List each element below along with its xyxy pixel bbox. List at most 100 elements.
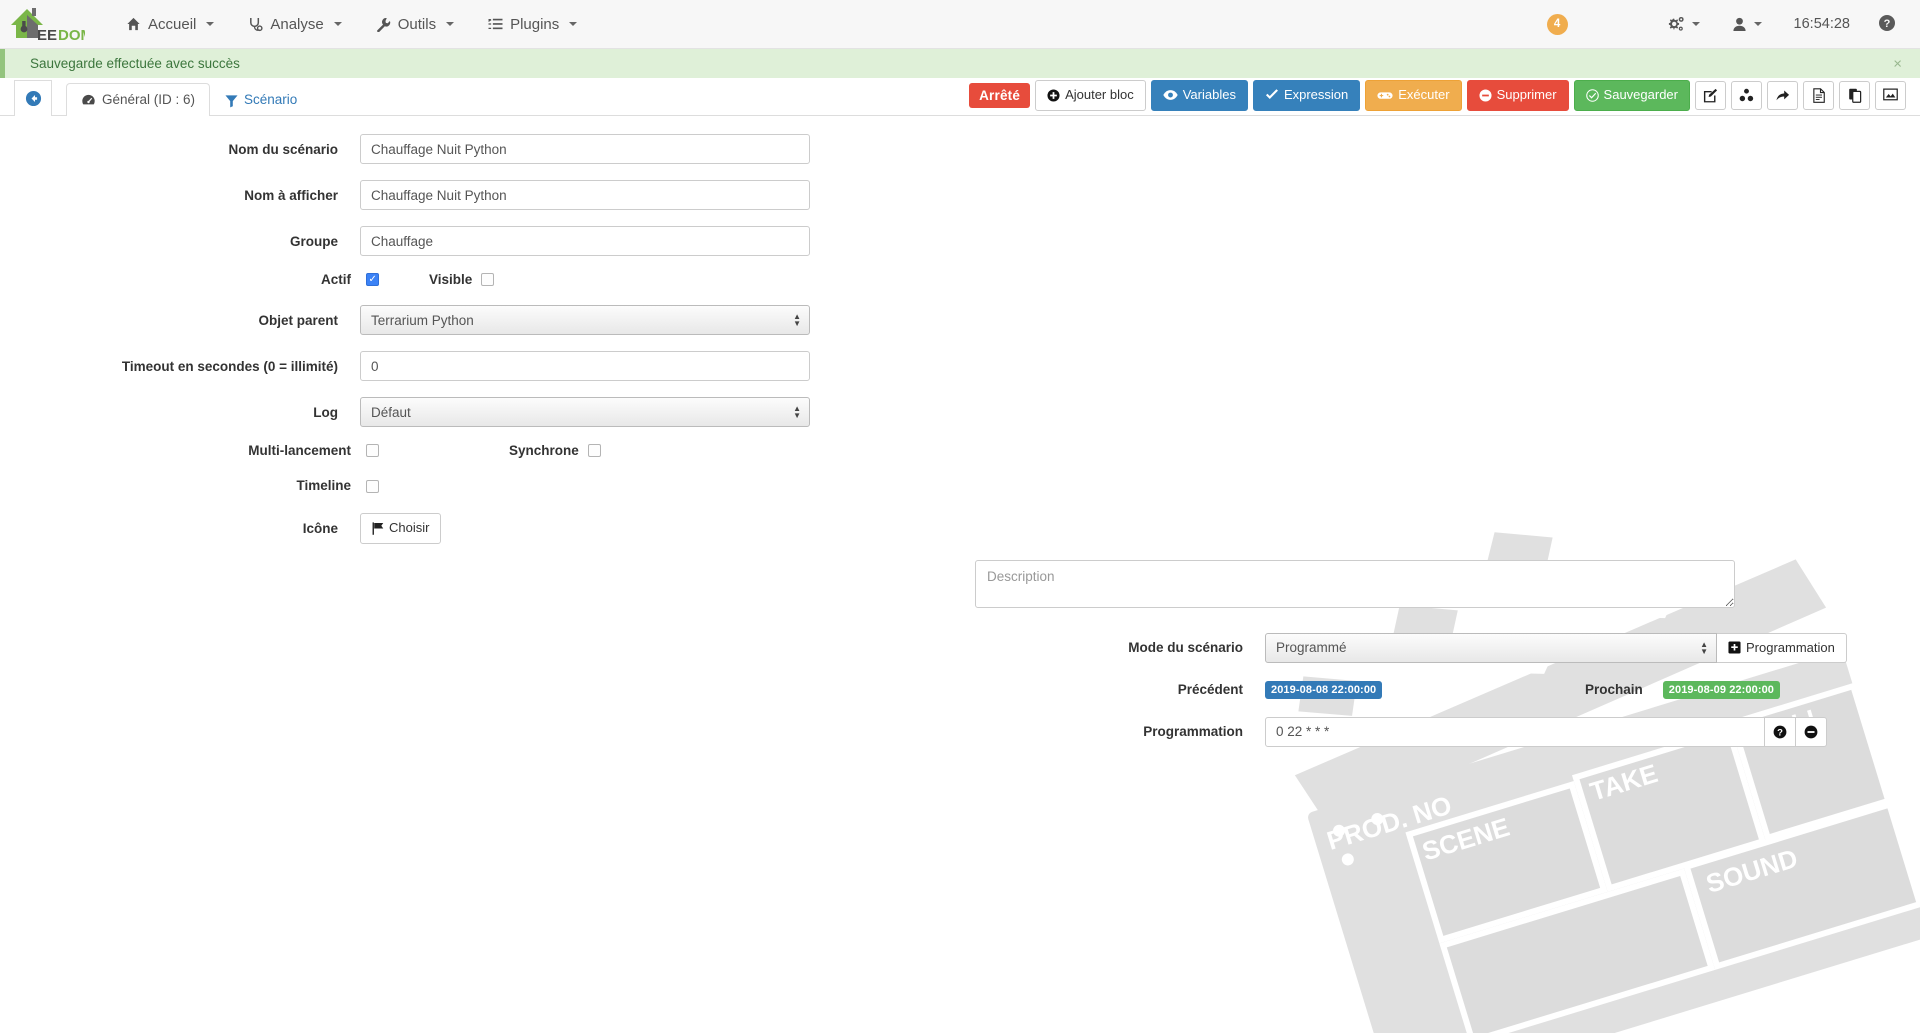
visible-checkbox[interactable] [481,273,495,286]
add-block-button[interactable]: Ajouter bloc [1035,80,1146,111]
clock-display: 16:54:28 [1793,16,1850,32]
label-multi-launch: Multi-lancement [248,443,351,458]
schedule-dates-row: Précédent 2019-08-08 22:00:00 Prochain 2… [975,680,1905,699]
svg-text:?: ? [1884,18,1891,30]
help-button[interactable]: ? [1868,14,1906,35]
variables-label: Variables [1182,87,1236,102]
display-name-input[interactable] [360,180,810,210]
chevron-down-icon [569,22,578,26]
display-button[interactable] [1875,80,1906,110]
nav-item-analyse[interactable]: Analyse [231,0,358,49]
minus-circle-icon [1804,725,1818,739]
nav-item-accueil[interactable]: Accueil [109,0,231,49]
expression-button[interactable]: Expression [1252,80,1361,111]
watermark-label-scene: SCENE [1419,812,1513,867]
user-menu[interactable] [1718,0,1776,49]
svg-text:DOM: DOM [58,27,85,44]
navbar-right: 4 16:54:28 ? [1546,0,1920,49]
chevron-down-icon [1753,22,1762,26]
schedule-remove-button[interactable] [1796,716,1827,747]
nav-item-outils[interactable]: Outils [359,0,471,49]
label-group: Groupe [289,233,338,249]
alert-message: Sauvegarde effectuée avec succès [30,56,240,71]
navbar-menu: Accueil Analyse Outils Plugins [109,0,594,49]
back-button[interactable] [14,80,52,116]
file-icon [1812,88,1825,103]
notification-badge[interactable]: 4 [1546,13,1568,35]
scenario-name-input[interactable] [360,134,810,164]
nav-label-outils: Outils [397,15,437,33]
timeline-checkbox[interactable] [366,480,379,494]
group-input[interactable] [360,226,810,256]
gears-icon [1668,16,1684,31]
execute-label: Exécuter [1398,87,1450,102]
add-block-label: Ajouter bloc [1065,87,1134,102]
field-group: Groupe [0,226,885,256]
label-scenario-name: Nom du scénario [228,141,338,157]
delete-button[interactable]: Supprimer [1466,80,1569,111]
jeedom-logo[interactable]: EE DOM [0,0,85,49]
mode-select[interactable]: Programmé [1265,632,1717,663]
nav-label-accueil: Accueil [148,15,197,33]
description-textarea[interactable] [975,559,1735,608]
home-icon [127,17,140,31]
parent-object-select[interactable]: Terrarium Python [360,305,810,335]
actif-checkbox[interactable] [366,273,379,286]
nav-label-plugins: Plugins [510,15,560,33]
copy-button[interactable] [1839,80,1870,110]
label-actif: Actif [321,272,351,287]
clapperboard-watermark: PROD. NO SCENE TAKE ROLL SOUND [1294,532,1920,1033]
wrench-icon [376,17,390,32]
jeedom-logo-icon: EE DOM [10,8,85,44]
list-icon [488,18,503,30]
edit-button[interactable] [1695,80,1726,110]
timeout-input[interactable] [360,351,810,381]
tab-scenario[interactable]: Scénario [210,83,312,116]
variables-button[interactable]: Variables [1150,80,1248,111]
synchrone-checkbox[interactable] [587,444,601,457]
watermark-label-take: TAKE [1586,758,1661,807]
choose-icon-button[interactable]: Choisir [360,513,442,544]
settings-menu[interactable] [1652,0,1714,49]
label-mode: Mode du scénario [1128,640,1243,656]
execute-button[interactable]: Exécuter [1365,80,1462,111]
schedule-cron-input[interactable] [1265,716,1765,747]
nav-item-plugins[interactable]: Plugins [471,0,594,49]
chevron-down-icon [206,22,215,26]
display-icon [1883,88,1898,101]
programmation-button[interactable]: Programmation [1717,632,1847,663]
forward-button[interactable] [1767,80,1798,110]
general-form-right: Mode du scénario Programmé ▲▼ P [975,559,1905,747]
field-actif-visible: Actif Visible [0,272,885,287]
success-alert: Sauvegarde effectuée avec succès × [0,49,1920,78]
plus-circle-icon [1047,89,1060,102]
eye-icon [1163,90,1178,101]
chevron-down-icon [333,22,342,26]
log-select[interactable]: Défaut [360,397,810,427]
file-button[interactable] [1803,80,1834,110]
scenario-general-panel: PROD. NO SCENE TAKE ROLL SOUND Nom du sc… [0,116,1920,1033]
question-circle-icon: ? [1879,14,1895,31]
field-timeline: Timeline [0,478,885,494]
share-alt-icon [1739,88,1754,102]
tab-general[interactable]: Général (ID : 6) [66,83,211,116]
field-description [975,559,1905,611]
field-timeout: Timeout en secondes (0 = illimité) [0,351,885,381]
tab-bar: Général (ID : 6) Scénario Arrêté Ajouter… [0,78,1920,116]
field-mode: Mode du scénario Programmé ▲ ▼ Programma… [975,632,1905,663]
chevron-down-icon [1691,22,1700,26]
label-log: Log [313,404,338,420]
label-timeout: Timeout en secondes (0 = illimité) [121,358,338,374]
label-timeline: Timeline [296,478,351,494]
scenario-state-badge: Arrêté [969,82,1031,108]
save-label: Sauvegarder [1603,87,1678,102]
share-alt-button[interactable] [1731,80,1762,110]
schedule-help-button[interactable]: ? [1765,716,1796,747]
alert-close-button[interactable]: × [1893,56,1902,71]
delete-label: Supprimer [1496,87,1557,102]
multi-launch-checkbox[interactable] [366,444,379,457]
label-visible: Visible [429,272,473,287]
filter-icon [225,95,238,107]
save-button[interactable]: Sauvegarder [1573,80,1690,111]
copy-icon [1848,88,1861,103]
